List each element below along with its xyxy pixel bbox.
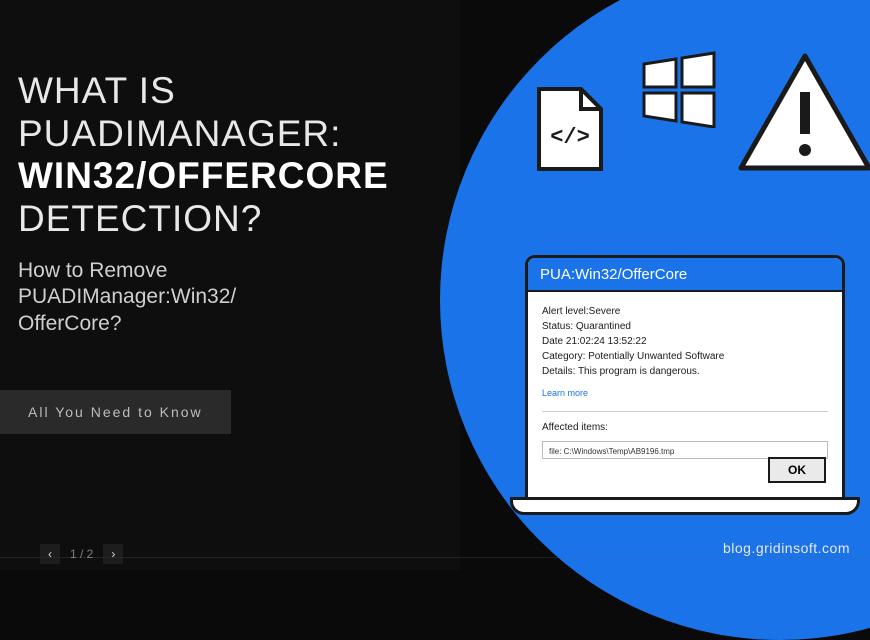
date: Date 21:02:24 13:52:22: [542, 334, 828, 349]
warning-icon: [735, 50, 870, 181]
title-line1: WHAT IS: [18, 70, 176, 111]
title-line2: PUADIMANAGER:: [18, 113, 341, 154]
dialog-body: Alert level:Severe Status: Quarantined D…: [528, 292, 842, 471]
svg-text:</>: </>: [550, 125, 590, 150]
dialog-divider: [542, 411, 828, 412]
subtitle: How to Remove PUADIManager:Win32/ OfferC…: [18, 258, 389, 337]
main-title: WHAT IS PUADIMANAGER: WIN32/OFFERCORE DE…: [18, 70, 389, 240]
laptop: PUA:Win32/OfferCore Alert level:Severe S…: [510, 255, 860, 515]
windows-icon: [640, 50, 718, 133]
category: Category: Potentially Unwanted Software: [542, 349, 828, 364]
dialog-title: PUA:Win32/OfferCore: [540, 266, 687, 283]
ok-button[interactable]: OK: [768, 457, 826, 483]
ok-button-label: OK: [788, 463, 806, 477]
laptop-screen: PUA:Win32/OfferCore Alert level:Severe S…: [525, 255, 845, 500]
site-url: blog.gridinsoft.com: [723, 540, 850, 556]
affected-items-label: Affected items:: [542, 420, 828, 435]
paginator-prev-button[interactable]: ‹: [40, 544, 60, 564]
paginator: ‹ 1 / 2 ›: [40, 544, 123, 564]
details: Details: This program is dangerous.: [542, 364, 828, 379]
paginator-next-button[interactable]: ›: [103, 544, 123, 564]
subtitle-line3: OfferCore?: [18, 312, 122, 335]
pill-tag: All You Need to Know: [0, 390, 231, 434]
title-line3: WIN32/OFFERCORE: [18, 155, 389, 196]
paginator-count: 1 / 2: [70, 547, 93, 561]
alert-level: Alert level:Severe: [542, 304, 828, 319]
title-block: WHAT IS PUADIMANAGER: WIN32/OFFERCORE DE…: [18, 70, 389, 337]
status: Status: Quarantined: [542, 319, 828, 334]
learn-more-link[interactable]: Learn more: [542, 387, 588, 401]
subtitle-line1: How to Remove: [18, 259, 167, 282]
title-line4: DETECTION?: [18, 198, 262, 239]
affected-file-path: file: C:\Windows\Temp\AB9196.tmp: [549, 447, 674, 456]
dialog-titlebar: PUA:Win32/OfferCore: [528, 258, 842, 292]
subtitle-line2: PUADIManager:Win32/: [18, 285, 236, 308]
pill-label: All You Need to Know: [28, 404, 203, 420]
file-code-icon: </>: [535, 85, 605, 178]
